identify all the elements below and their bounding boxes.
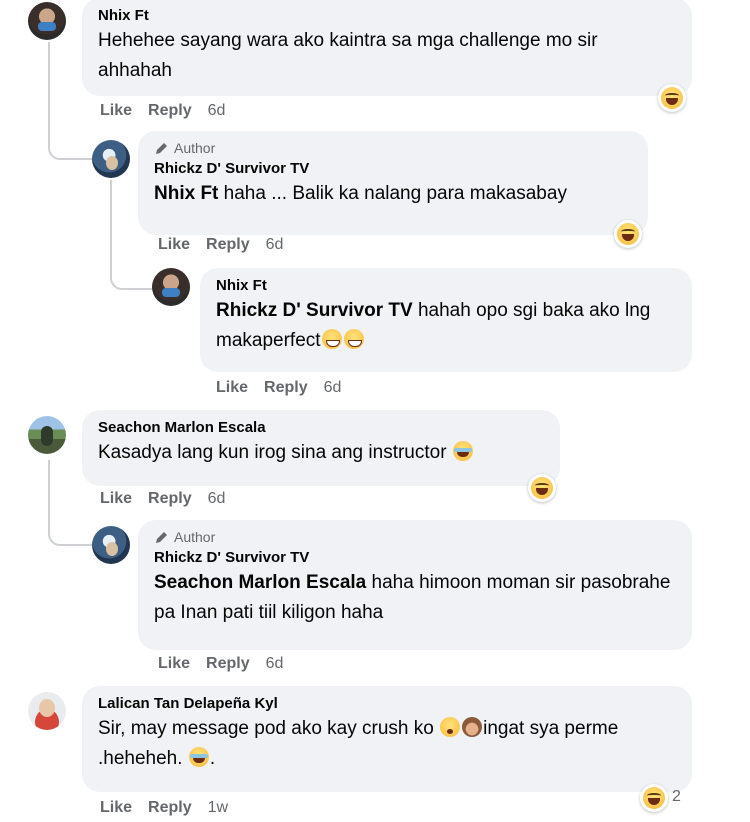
comment-body: Sir, may message pod ako kay crush ko — [98, 718, 434, 739]
mention[interactable]: Rhickz D' Survivor TV — [216, 300, 413, 321]
comment-text: Seachon Marlon Escala haha himoon moman … — [154, 568, 674, 628]
like-button[interactable]: Like — [100, 798, 132, 818]
reply-button[interactable]: Reply — [148, 798, 192, 818]
grin-emoji — [321, 329, 342, 349]
comment-body: Kasadya lang kun irog sina ang instructo… — [98, 442, 447, 463]
haha-reaction[interactable] — [640, 784, 668, 812]
comment-bubble: Author Rhickz D' Survivor TV Seachon Mar… — [138, 520, 692, 650]
comment-text: Hehehee sayang wara ako kaintra sa mga c… — [98, 30, 598, 81]
timestamp[interactable]: 6d — [208, 101, 226, 121]
comment-text: Nhix Ft haha ... Balik ka nalang para ma… — [154, 179, 634, 209]
comment-bubble: Seachon Marlon Escala Kasadya lang kun i… — [82, 410, 560, 486]
comment-bubble: Nhix Ft Hehehee sayang wara ako kaintra … — [82, 0, 692, 96]
avatar[interactable] — [92, 526, 130, 564]
reply-button[interactable]: Reply — [148, 489, 192, 509]
timestamp[interactable]: 6d — [266, 235, 284, 255]
reply-button[interactable]: Reply — [206, 654, 250, 674]
like-button[interactable]: Like — [158, 654, 190, 674]
timestamp[interactable]: 6d — [324, 378, 342, 398]
like-button[interactable]: Like — [158, 235, 190, 255]
comment-actions: Like Reply 6d — [216, 378, 341, 398]
commenter-name[interactable]: Rhickz D' Survivor TV — [154, 548, 678, 568]
commenter-name[interactable]: Rhickz D' Survivor TV — [154, 159, 634, 179]
comment-bubble: Author Rhickz D' Survivor TV Nhix Ft hah… — [138, 131, 648, 235]
haha-icon — [643, 787, 665, 809]
grin-emoji — [343, 329, 364, 349]
like-button[interactable]: Like — [216, 378, 248, 398]
commenter-name[interactable]: Nhix Ft — [98, 6, 678, 26]
avatar[interactable] — [28, 692, 66, 730]
comment-text: Sir, may message pod ako kay crush ko in… — [98, 717, 619, 769]
author-label: Author — [174, 140, 216, 156]
comment-actions: Like Reply 6d — [158, 654, 283, 674]
pencil-icon — [156, 532, 167, 543]
haha-reaction[interactable] — [658, 84, 686, 112]
commenter-name[interactable]: Lalican Tan Delapeña Kyl — [98, 694, 678, 714]
mention[interactable]: Nhix Ft — [154, 183, 218, 204]
reaction-count[interactable]: 2 — [672, 788, 681, 806]
commenter-name[interactable]: Seachon Marlon Escala — [98, 418, 546, 438]
reply-button[interactable]: Reply — [206, 235, 250, 255]
like-button[interactable]: Like — [100, 489, 132, 509]
haha-reaction[interactable] — [614, 220, 642, 248]
timestamp[interactable]: 1w — [208, 798, 228, 818]
laugh-cry-emoji — [188, 747, 209, 767]
comment-text: Rhickz D' Survivor TV hahah opo sgi baka… — [216, 296, 678, 356]
comment-bubble: Nhix Ft Rhickz D' Survivor TV hahah opo … — [200, 268, 692, 372]
comment-actions: Like Reply 6d — [100, 489, 225, 509]
laugh-cry-emoji — [452, 441, 473, 461]
flushed-emoji — [440, 717, 461, 737]
reply-button[interactable]: Reply — [264, 378, 308, 398]
commenter-name[interactable]: Nhix Ft — [216, 276, 678, 296]
timestamp[interactable]: 6d — [266, 654, 284, 674]
pencil-icon — [156, 143, 167, 154]
avatar[interactable] — [92, 140, 130, 178]
haha-icon — [531, 477, 553, 499]
avatar[interactable] — [28, 416, 66, 454]
comment-body: haha ... Balik ka nalang para makasabay — [223, 183, 567, 204]
author-badge: Author — [154, 528, 678, 546]
author-label: Author — [174, 529, 216, 545]
timestamp[interactable]: 6d — [208, 489, 226, 509]
avatar[interactable] — [28, 2, 66, 40]
haha-reaction[interactable] — [528, 474, 556, 502]
see-no-evil-monkey-emoji — [462, 717, 483, 737]
avatar[interactable] — [152, 268, 190, 306]
like-button[interactable]: Like — [100, 101, 132, 121]
comment-text: Kasadya lang kun irog sina ang instructo… — [98, 438, 546, 468]
author-badge: Author — [154, 139, 634, 157]
comment-actions: Like Reply 6d — [158, 235, 283, 255]
comment-bubble: Lalican Tan Delapeña Kyl Sir, may messag… — [82, 686, 692, 792]
haha-icon — [617, 223, 639, 245]
reply-button[interactable]: Reply — [148, 101, 192, 121]
mention[interactable]: Seachon Marlon Escala — [154, 572, 366, 593]
comment-actions: Like Reply 1w — [100, 798, 228, 818]
comment-actions: Like Reply 6d — [100, 101, 225, 121]
haha-icon — [661, 87, 683, 109]
